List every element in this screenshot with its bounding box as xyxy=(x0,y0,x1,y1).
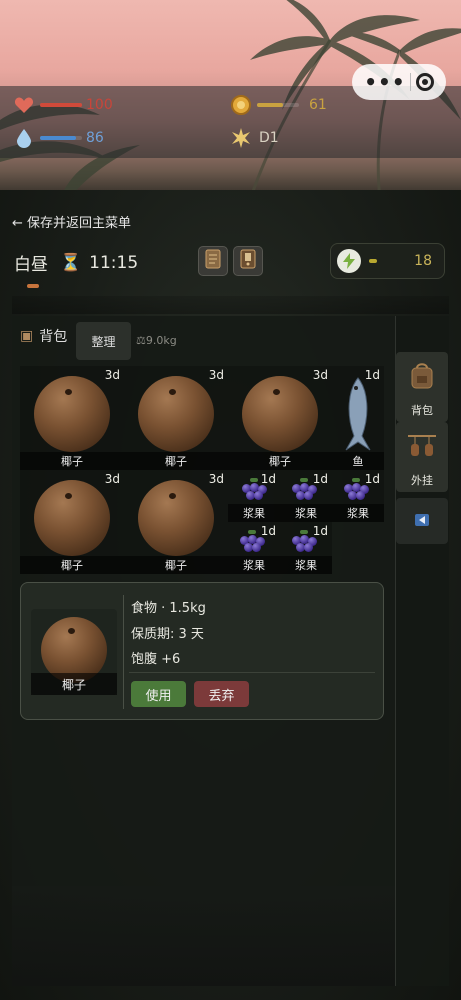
detail-divider xyxy=(123,595,124,709)
detail-hdivider xyxy=(129,672,375,673)
time-display: 白昼 ⏳ 11:15 xyxy=(14,250,139,276)
water-stat: 86 xyxy=(12,126,104,150)
inventory-slot-fish[interactable]: 1d 鱼 xyxy=(332,366,384,470)
tab-hanging[interactable]: 外挂 xyxy=(396,422,448,492)
inventory-slot-coconut[interactable]: 3d 椰子 xyxy=(228,366,332,470)
freshness-badge: 1d xyxy=(364,368,380,382)
item-name: 椰子 xyxy=(31,673,117,695)
freshness-badge: 3d xyxy=(104,472,120,486)
freshness-badge: 3d xyxy=(312,368,328,382)
freshness-badge: 3d xyxy=(208,472,224,486)
collapse-panel-button[interactable] xyxy=(396,498,448,544)
backpack-icon: ▣ xyxy=(20,328,34,344)
inventory-slot-berry[interactable]: 1d 浆果 xyxy=(228,522,280,574)
fish-icon xyxy=(345,377,371,451)
weight-value: 9.0kg xyxy=(145,334,177,347)
drop-button[interactable]: 丢弃 xyxy=(194,681,249,707)
sun-icon xyxy=(229,126,253,150)
inventory-slot-berry[interactable]: 1d 浆果 xyxy=(228,470,280,522)
day-stat: D1 xyxy=(229,126,279,150)
slot-label: 鱼 xyxy=(332,452,384,470)
clock-time: 11:15 xyxy=(89,252,139,273)
water-bar xyxy=(40,136,82,140)
hourglass-icon: ⏳ xyxy=(60,252,82,273)
inventory-weight: ⚖9.0kg xyxy=(136,334,177,347)
slot-label: 浆果 xyxy=(228,556,280,574)
food-value: 61 xyxy=(309,97,327,113)
backpack-icon xyxy=(409,362,435,396)
inventory-slot-berry[interactable]: 1d 浆果 xyxy=(332,470,384,522)
save-and-return-button[interactable]: ← 保存并返回主菜单 xyxy=(12,212,131,231)
slot-label: 椰子 xyxy=(20,556,124,574)
freshness-badge: 1d xyxy=(260,524,276,538)
use-button[interactable]: 使用 xyxy=(131,681,186,707)
freshness-badge: 3d xyxy=(208,368,224,382)
slot-label: 浆果 xyxy=(280,556,332,574)
crafting-book-button[interactable] xyxy=(198,246,228,276)
journal-button[interactable] xyxy=(233,246,263,276)
header-divider xyxy=(12,296,449,314)
slot-label: 椰子 xyxy=(124,452,228,470)
inventory-slot-coconut[interactable]: 3d 椰子 xyxy=(124,366,228,470)
item-type-weight: 食物 · 1.5kg xyxy=(131,601,206,616)
inventory-header: ▣ 背包 xyxy=(20,326,67,346)
hanging-gear-icon xyxy=(406,432,438,466)
freshness-badge: 1d xyxy=(312,524,328,538)
more-menu-button[interactable]: ••• xyxy=(364,70,405,94)
inventory-slot-coconut[interactable]: 3d 椰子 xyxy=(20,366,124,470)
inventory-footer xyxy=(12,886,395,986)
item-shelf-life: 保质期: 3 天 xyxy=(131,627,204,642)
food-bar xyxy=(257,103,299,107)
capsule-divider xyxy=(410,73,412,91)
slot-label: 椰子 xyxy=(228,452,332,470)
collapse-left-icon xyxy=(415,513,429,529)
coconut-icon xyxy=(138,480,214,556)
inventory-slot-berry[interactable]: 1d 浆果 xyxy=(280,470,332,522)
health-value: 100 xyxy=(86,97,113,113)
food-stat: 61 xyxy=(229,93,327,117)
sort-inventory-button[interactable]: 整理 xyxy=(76,322,131,360)
item-satiety: 饱腹 +6 xyxy=(131,652,181,667)
day-value: D1 xyxy=(259,130,279,146)
slot-label: 浆果 xyxy=(332,504,384,522)
inventory-slot-coconut[interactable]: 3d 椰子 xyxy=(124,470,228,574)
water-value: 86 xyxy=(86,130,104,146)
slot-label: 椰子 xyxy=(20,452,124,470)
coconut-icon xyxy=(34,376,110,452)
journal-icon xyxy=(239,249,257,273)
tab-backpack-label: 背包 xyxy=(411,404,433,417)
coconut-icon xyxy=(138,376,214,452)
item-thumbnail: 椰子 xyxy=(31,609,117,695)
inventory-slot-coconut[interactable]: 3d 椰子 xyxy=(20,470,124,574)
day-phase-indicator xyxy=(27,284,39,288)
freshness-badge: 3d xyxy=(104,368,120,382)
health-bar xyxy=(40,103,82,107)
inventory-slot-berry[interactable]: 1d 浆果 xyxy=(280,522,332,574)
slot-label: 浆果 xyxy=(280,504,332,522)
tab-backpack[interactable]: 背包 xyxy=(396,352,448,422)
water-drop-icon xyxy=(12,126,36,150)
freshness-badge: 1d xyxy=(312,472,328,486)
coconut-icon xyxy=(242,376,318,452)
freshness-badge: 1d xyxy=(364,472,380,486)
heart-icon xyxy=(12,93,36,117)
energy-value: 18 xyxy=(414,253,432,269)
mini-program-capsule: ••• xyxy=(352,64,446,100)
coconut-icon xyxy=(34,480,110,556)
health-stat: 100 xyxy=(12,93,113,117)
item-detail-popup: 椰子 食物 · 1.5kg 保质期: 3 天 饱腹 +6 使用 丢弃 xyxy=(20,582,384,720)
inventory-title: 背包 xyxy=(39,329,68,345)
freshness-badge: 1d xyxy=(260,472,276,486)
slot-label: 椰子 xyxy=(124,556,228,574)
crafting-book-icon xyxy=(204,249,222,273)
record-icon[interactable] xyxy=(415,73,434,91)
tab-hanging-label: 外挂 xyxy=(411,474,433,487)
slot-label: 浆果 xyxy=(228,504,280,522)
energy-bar xyxy=(369,259,377,263)
lightning-icon xyxy=(337,249,361,273)
food-coin-icon xyxy=(229,93,253,117)
day-phase-label: 白昼 xyxy=(14,255,48,275)
energy-panel: 18 xyxy=(330,243,445,279)
